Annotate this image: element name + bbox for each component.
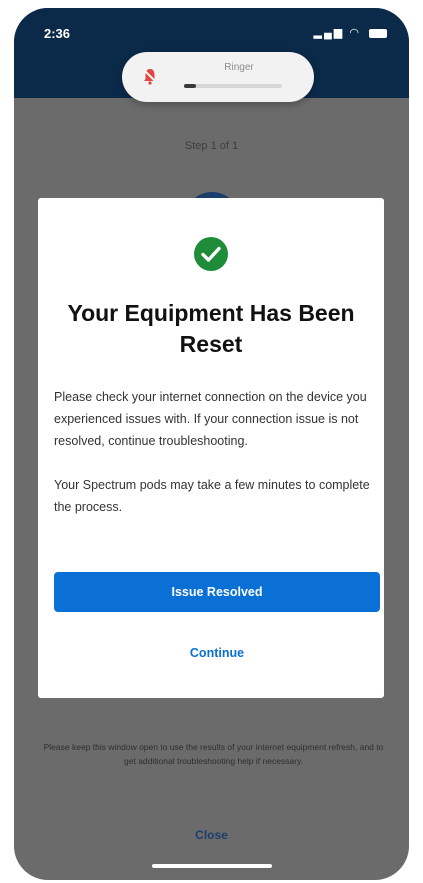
- reset-confirmation-modal: Your Equipment Has Been Reset Please che…: [38, 198, 384, 698]
- ringer-label: Ringer: [224, 62, 254, 73]
- cellular-signal-icon: ▂▄▆: [313, 27, 345, 39]
- bell-muted-icon: [142, 68, 158, 85]
- modal-paragraph: Your Spectrum pods may take a few minute…: [54, 478, 370, 514]
- modal-paragraph: Please check your internet connection on…: [54, 390, 367, 448]
- close-button[interactable]: Close: [14, 828, 409, 842]
- issue-resolved-button[interactable]: Issue Resolved: [54, 572, 380, 612]
- check-circle-icon: [194, 237, 228, 271]
- status-time: 2:36: [44, 26, 71, 41]
- wifi-icon: ◠: [349, 27, 361, 39]
- status-icons: ▂▄▆ ◠: [314, 26, 387, 39]
- modal-body: Please check your internet connection on…: [54, 386, 370, 540]
- modal-title: Your Equipment Has Been Reset: [67, 300, 355, 357]
- battery-icon: [369, 28, 387, 38]
- bottom-note: Please keep this window open to use the …: [43, 742, 384, 766]
- ringer-volume-bar: [184, 84, 282, 88]
- ringer-volume-fill: [184, 84, 196, 88]
- phone-screen: 2:36 ▂▄▆ ◠ R... Ringer Step 1 of 1 Your …: [14, 8, 409, 880]
- home-indicator[interactable]: [152, 864, 272, 868]
- ringer-indicator: Ringer: [122, 52, 314, 102]
- step-indicator: Step 1 of 1: [184, 140, 239, 152]
- continue-button[interactable]: Continue: [54, 638, 380, 668]
